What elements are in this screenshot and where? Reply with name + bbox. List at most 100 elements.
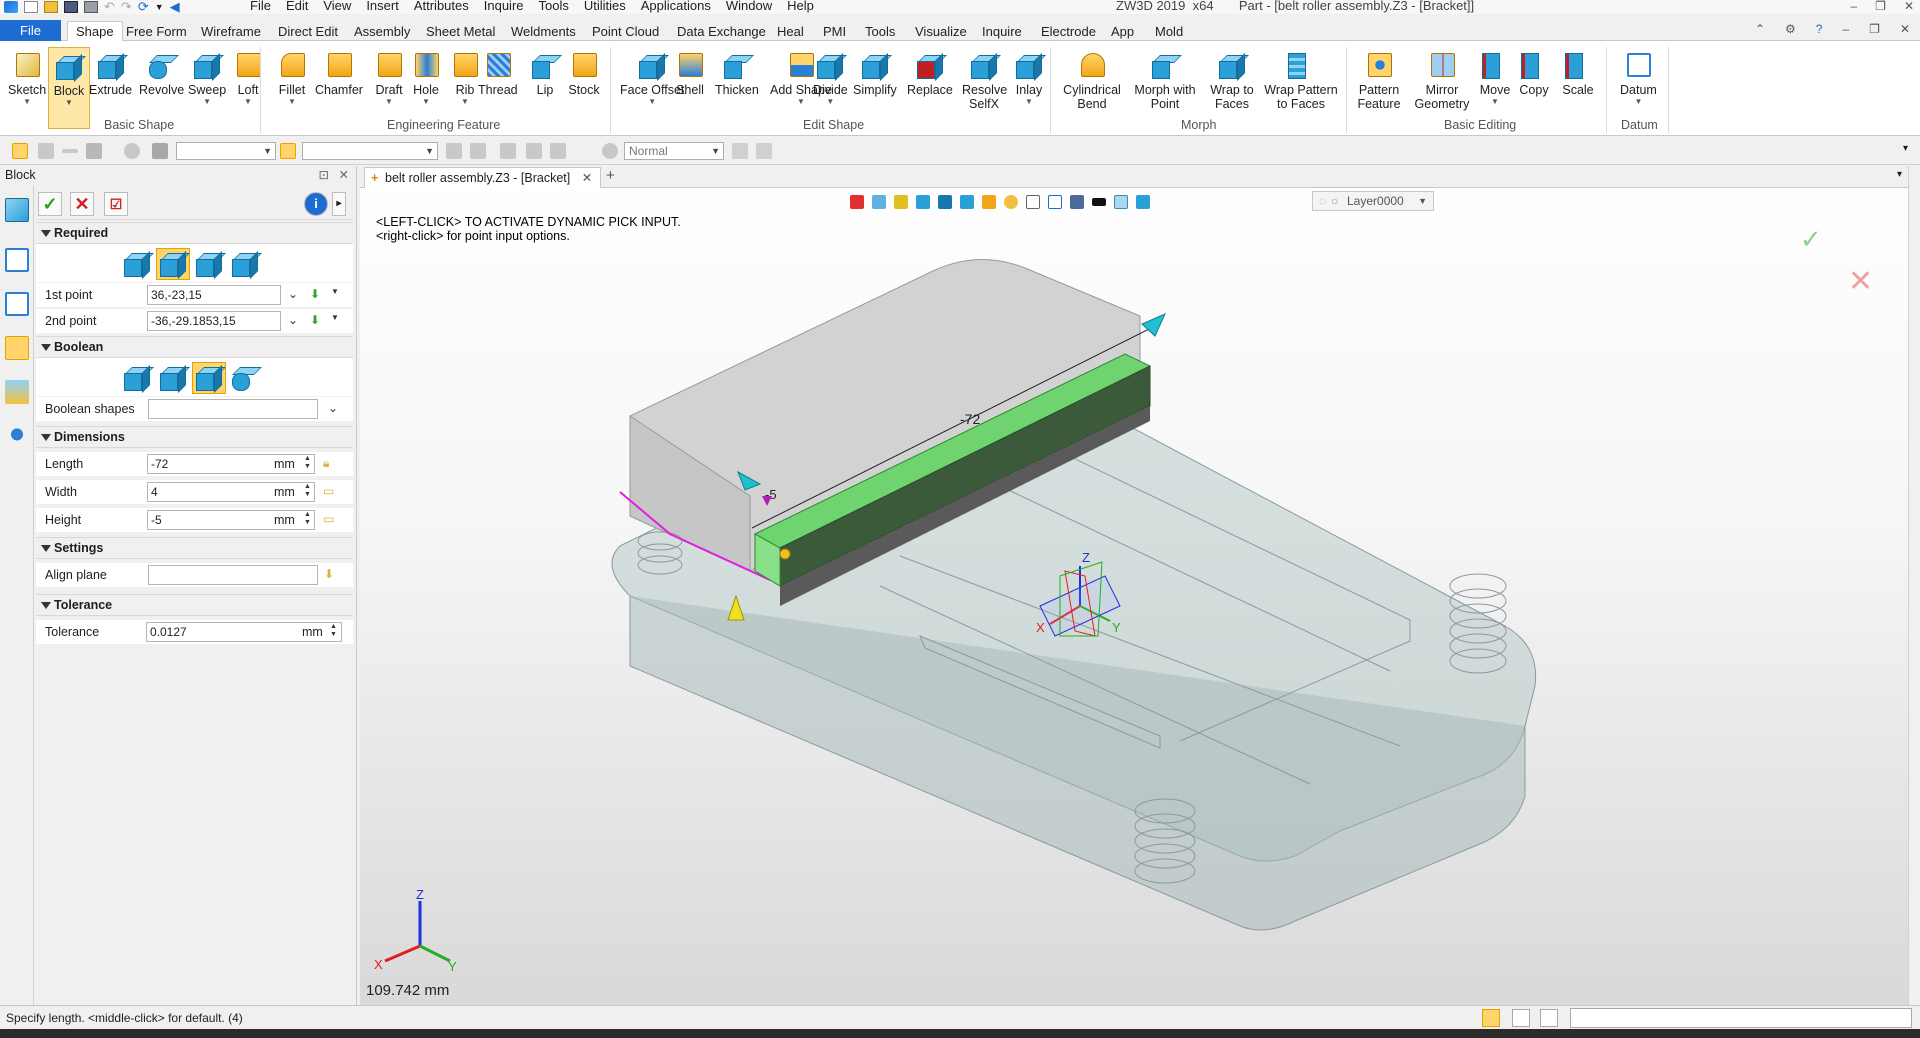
- shape-filter-icon[interactable]: [124, 143, 140, 159]
- expand-icon[interactable]: ⌄: [288, 287, 298, 301]
- cursor-icon[interactable]: [732, 143, 748, 159]
- apply-button[interactable]: ☑: [104, 192, 128, 216]
- snap-icon[interactable]: [756, 143, 772, 159]
- document-tab[interactable]: + belt roller assembly.Z3 - [Bracket] ✕: [364, 167, 602, 188]
- block-corner-option[interactable]: [192, 248, 226, 280]
- tab-point-cloud[interactable]: Point Cloud: [584, 22, 667, 41]
- viewport-ok-icon[interactable]: ✓: [1800, 224, 1822, 255]
- extrude-button[interactable]: Extrude: [89, 47, 132, 97]
- fit-view-icon[interactable]: [1026, 195, 1040, 209]
- boolean-add-option[interactable]: [156, 362, 190, 394]
- cylindrical-bend-button[interactable]: Cylindrical Bend: [1062, 47, 1122, 111]
- chart-icon[interactable]: [152, 143, 168, 159]
- tab-free-form[interactable]: Free Form: [118, 22, 195, 41]
- restore-doc-button[interactable]: ❐: [1869, 22, 1880, 36]
- tab-file[interactable]: File: [0, 20, 61, 41]
- revolve-button[interactable]: Revolve: [139, 47, 184, 97]
- tab-direct-edit[interactable]: Direct Edit: [270, 22, 346, 41]
- move-button[interactable]: Move ▼: [1478, 47, 1512, 107]
- close-tab-icon[interactable]: ✕: [582, 171, 592, 185]
- morph-with-point-button[interactable]: Morph with Point: [1134, 47, 1196, 111]
- save-icon[interactable]: [64, 1, 78, 13]
- thicken-button[interactable]: Thicken: [715, 47, 759, 97]
- menu-window[interactable]: Window: [726, 0, 772, 13]
- display-icon[interactable]: [982, 195, 996, 209]
- back-icon[interactable]: ◀: [170, 0, 180, 14]
- light-icon[interactable]: [1004, 195, 1018, 209]
- cancel-button[interactable]: ✕: [70, 192, 94, 216]
- line-icon[interactable]: [62, 149, 78, 153]
- lock-icon[interactable]: 🔒︎: [323, 456, 329, 471]
- hide-icon[interactable]: [446, 143, 462, 159]
- view-cube-icon[interactable]: [916, 195, 930, 209]
- tab-app[interactable]: App: [1103, 22, 1142, 41]
- tab-shape[interactable]: Shape: [67, 21, 123, 42]
- visual-manager-icon[interactable]: [5, 380, 29, 404]
- panel-close-icon[interactable]: ✕: [339, 166, 349, 184]
- user-icon[interactable]: [5, 426, 29, 450]
- pick-select-icon[interactable]: [12, 143, 28, 159]
- minimize-doc-button[interactable]: –: [1842, 22, 1849, 36]
- lock-icon[interactable]: ▭: [323, 512, 334, 526]
- expand-icon[interactable]: ⌄: [328, 401, 338, 415]
- lip-button[interactable]: Lip: [528, 47, 562, 97]
- section-dimensions[interactable]: Dimensions: [36, 426, 353, 448]
- draft-button[interactable]: Draft ▼: [372, 47, 406, 107]
- pin-icon[interactable]: ⊡: [319, 166, 329, 184]
- shading-icon[interactable]: [938, 195, 952, 209]
- menu-view[interactable]: View: [323, 0, 351, 13]
- sweep-button[interactable]: Sweep ▼: [188, 47, 226, 107]
- section-boolean[interactable]: Boolean: [36, 336, 353, 358]
- menu-edit[interactable]: Edit: [286, 0, 308, 13]
- new-tab-button[interactable]: +: [606, 167, 615, 184]
- section-tolerance[interactable]: Tolerance: [36, 594, 353, 616]
- point-options-icon[interactable]: ▼: [331, 287, 339, 296]
- pick-plane-icon[interactable]: ⬇: [324, 567, 334, 581]
- tolerance-spinner[interactable]: ▲ ▼: [330, 623, 338, 639]
- history-tree-icon[interactable]: [5, 248, 29, 272]
- filter-combo[interactable]: ▼: [176, 142, 276, 160]
- render-icon[interactable]: [602, 143, 618, 159]
- menu-inquire[interactable]: Inquire: [484, 0, 524, 13]
- graphics-viewport[interactable]: -72 -5 Z X Y Z X Y + belt roller assembl…: [360, 166, 1908, 1005]
- filter-icon[interactable]: [550, 143, 566, 159]
- restore-button[interactable]: ❐: [1875, 0, 1886, 13]
- help-icon[interactable]: ?: [1816, 22, 1823, 36]
- block-center-option[interactable]: [156, 248, 190, 280]
- face-color-icon[interactable]: [1114, 195, 1128, 209]
- datum-button[interactable]: Datum ▼: [1620, 47, 1657, 107]
- copy-button[interactable]: Copy: [1517, 47, 1551, 97]
- section-settings[interactable]: Settings: [36, 537, 353, 559]
- pencil-icon[interactable]: [894, 195, 908, 209]
- tab-mold[interactable]: Mold: [1147, 22, 1191, 41]
- status-display-icon[interactable]: [1512, 1009, 1530, 1027]
- grid-icon[interactable]: [86, 143, 102, 159]
- feature-tab-icon[interactable]: [5, 198, 29, 222]
- assembly-tree-icon[interactable]: [5, 292, 29, 316]
- menu-applications[interactable]: Applications: [641, 0, 711, 13]
- align-plane-field[interactable]: [148, 565, 318, 585]
- menu-insert[interactable]: Insert: [366, 0, 399, 13]
- minimize-button[interactable]: –: [1850, 0, 1857, 13]
- view-tool-icon[interactable]: [872, 195, 886, 209]
- tab-assembly[interactable]: Assembly: [346, 22, 418, 41]
- collapse-ribbon-icon[interactable]: ⌃: [1755, 22, 1765, 36]
- pick-filter-icon[interactable]: [38, 143, 54, 159]
- first-point-field[interactable]: 36,-23,15: [147, 285, 281, 305]
- sketch-button[interactable]: Sketch ▼: [8, 47, 46, 107]
- shell-button[interactable]: Shell: [673, 47, 707, 97]
- hole-button[interactable]: Hole ▼: [409, 47, 443, 107]
- status-layout-icon[interactable]: [1482, 1009, 1500, 1027]
- pick-point-icon[interactable]: ⬇: [310, 287, 320, 301]
- tab-pmi[interactable]: PMI: [815, 22, 854, 41]
- rib-button[interactable]: Rib ▼: [448, 47, 482, 107]
- menu-tools[interactable]: Tools: [539, 0, 569, 13]
- block-two-point-option[interactable]: [120, 248, 154, 280]
- render-mode-combo[interactable]: Normal ▼: [624, 142, 724, 160]
- expand-icon[interactable]: ⌄: [288, 313, 298, 327]
- undo-icon[interactable]: ↶: [104, 0, 115, 14]
- tab-wireframe[interactable]: Wireframe: [193, 22, 269, 41]
- boolean-intersect-option[interactable]: [228, 362, 262, 394]
- render-style-icon[interactable]: [1070, 195, 1084, 209]
- tab-data-exchange[interactable]: Data Exchange: [669, 22, 774, 41]
